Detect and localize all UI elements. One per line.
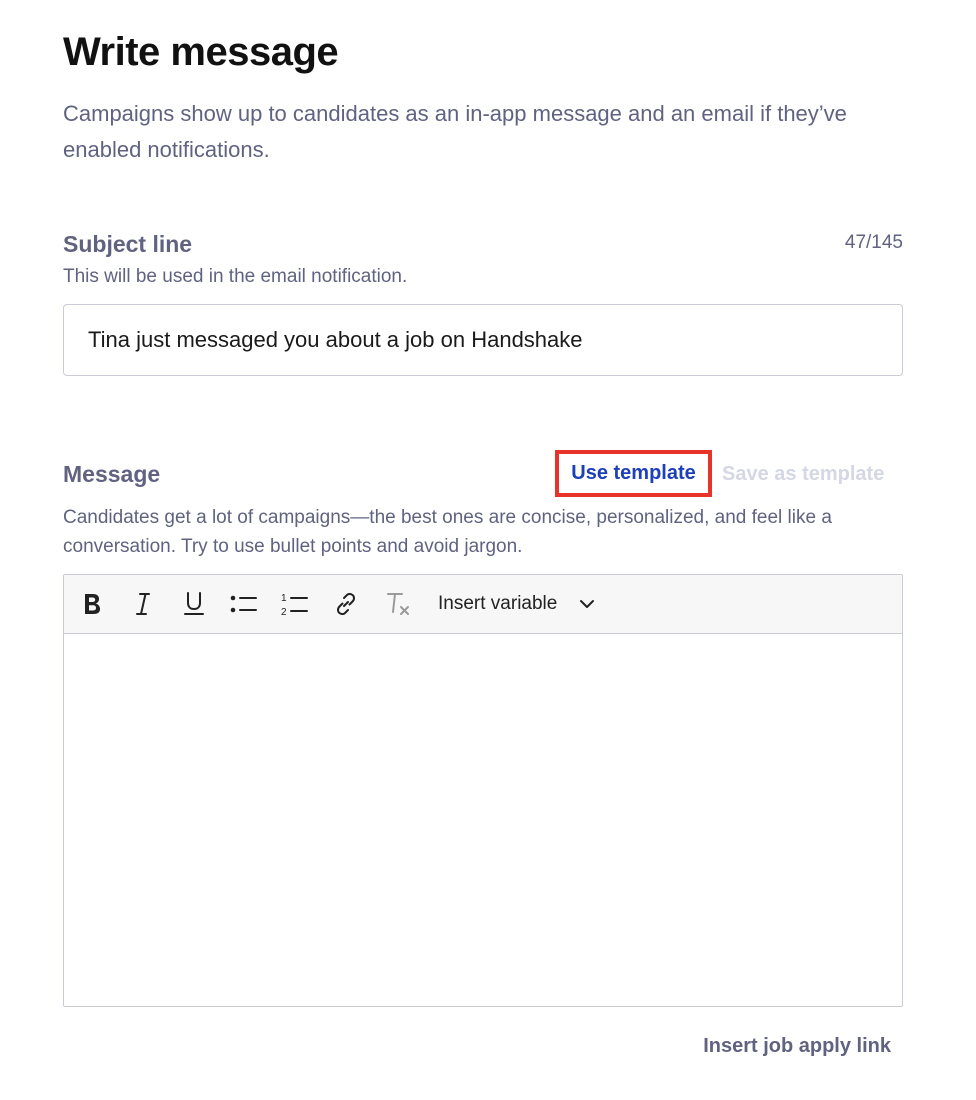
subject-help-text: This will be used in the email notificat… <box>63 266 408 287</box>
bulleted-list-icon <box>230 595 257 613</box>
chevron-down-icon <box>579 599 595 609</box>
save-as-template-button[interactable]: Save as template <box>722 459 884 489</box>
bold-button[interactable] <box>74 586 110 622</box>
svg-text:1: 1 <box>281 593 287 604</box>
use-template-button[interactable]: Use template <box>555 450 712 497</box>
message-body-input[interactable] <box>64 633 902 1006</box>
message-help-text: Candidates get a lot of campaigns—the be… <box>63 507 832 557</box>
clear-formatting-icon <box>387 593 409 615</box>
italic-icon <box>136 593 150 615</box>
bulleted-list-button[interactable] <box>226 586 262 622</box>
insert-variable-dropdown[interactable]: Insert variable <box>438 589 595 619</box>
clear-formatting-button[interactable] <box>380 586 416 622</box>
bold-icon <box>85 594 100 614</box>
numbered-list-button[interactable]: 1 2 <box>277 586 313 622</box>
svg-text:2: 2 <box>281 607 287 617</box>
message-label: Message <box>63 461 161 487</box>
subject-line-label: Subject line <box>63 231 193 257</box>
underline-icon <box>184 592 204 615</box>
italic-button[interactable] <box>125 586 161 622</box>
editor-toolbar: 1 2 Insert variable <box>64 575 902 634</box>
page-description: Campaigns show up to candidates as an in… <box>63 101 847 162</box>
insert-job-apply-link-button[interactable]: Insert job apply link <box>703 1032 891 1060</box>
subject-char-count: 47/145 <box>844 232 903 253</box>
page-title: Write message <box>63 30 339 74</box>
message-editor: 1 2 Insert variable <box>63 574 903 1007</box>
subject-line-input[interactable] <box>63 304 903 376</box>
insert-variable-label: Insert variable <box>438 593 558 614</box>
underline-button[interactable] <box>176 586 212 622</box>
link-icon <box>337 592 355 616</box>
numbered-list-icon: 1 2 <box>281 593 308 617</box>
link-button[interactable] <box>328 586 364 622</box>
